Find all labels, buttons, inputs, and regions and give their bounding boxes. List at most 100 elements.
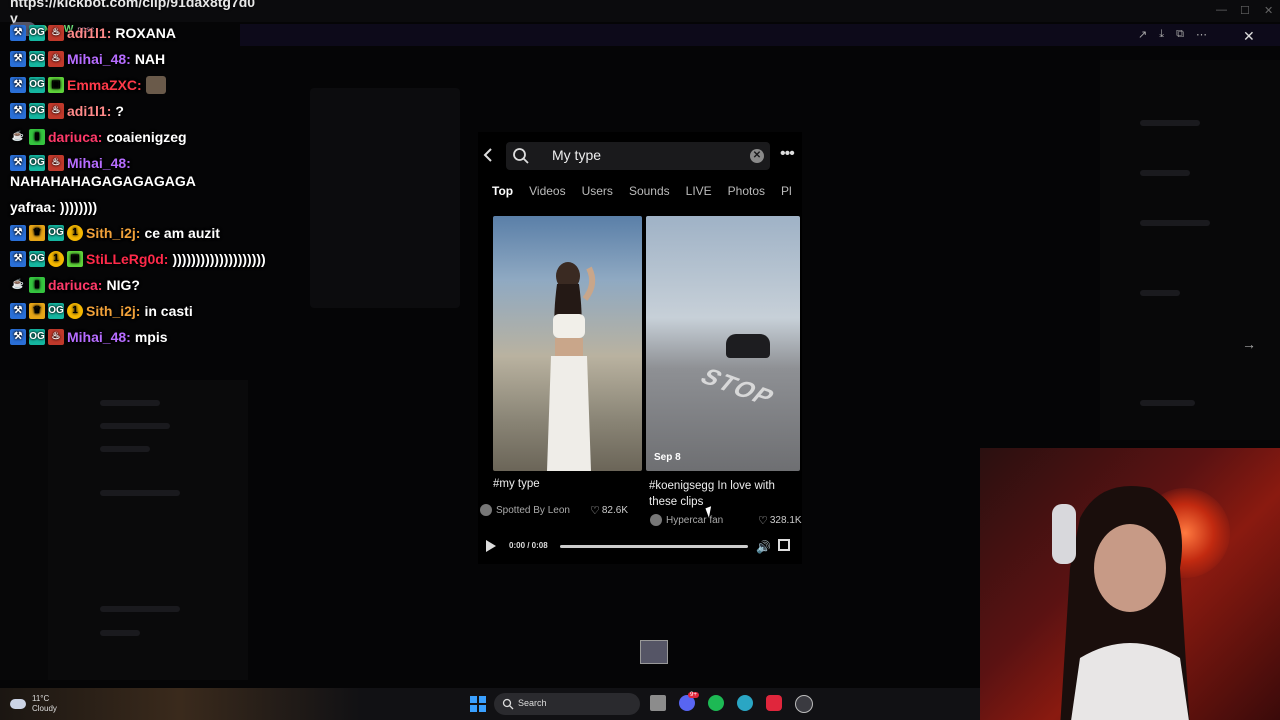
playback-time: 0:00 / 0:08 <box>509 541 548 550</box>
back-arrow-icon[interactable] <box>480 146 498 164</box>
app-red-icon[interactable] <box>766 695 782 711</box>
fullscreen-icon[interactable] <box>778 539 790 551</box>
og-badge-icon: OG <box>29 25 45 41</box>
weather-widget[interactable]: 11°C Cloudy <box>10 694 57 714</box>
og-badge-icon: OG <box>29 77 45 93</box>
pin-badge-icon: ⚒ <box>10 329 26 345</box>
taskbar-search[interactable]: Search <box>494 693 640 715</box>
chat-message-text: NAH <box>134 51 166 67</box>
chat-username[interactable]: Mihai_48: <box>67 328 131 346</box>
og-badge-icon: OG <box>29 51 45 67</box>
search-input[interactable]: My type ✕ <box>506 142 770 170</box>
pin-badge-icon: ⚒ <box>10 25 26 41</box>
chat-username[interactable]: dariuca: <box>48 128 102 146</box>
share-icon[interactable]: ↗ <box>1138 28 1147 41</box>
chat-username[interactable]: Sith_i2j: <box>86 224 140 242</box>
pin-badge-icon: ⚒ <box>10 103 26 119</box>
taskbar-apps <box>650 695 813 713</box>
chat-username[interactable]: Mihai_48: <box>67 50 131 68</box>
more-options-icon[interactable]: ••• <box>780 145 795 163</box>
tab-users[interactable]: Users <box>582 184 613 198</box>
next-arrow-icon[interactable]: → <box>1242 336 1256 352</box>
chat-message-text: NIG? <box>106 277 140 293</box>
taskbar-window-preview[interactable] <box>640 640 668 664</box>
avatar <box>650 514 662 526</box>
cake-badge-icon: ♨ <box>48 103 64 119</box>
ghost-channel-row <box>100 630 140 636</box>
ghost-member-row <box>1140 220 1210 226</box>
cloud-icon <box>10 699 26 709</box>
video-date: Sep 8 <box>654 452 681 463</box>
file-explorer-icon[interactable] <box>650 695 666 711</box>
tab-top[interactable]: Top <box>492 184 513 198</box>
cake-badge-icon: ♨ <box>48 155 64 171</box>
heart-icon: ♡ <box>590 505 600 517</box>
road-stop-text: STOP <box>694 364 782 412</box>
video-thumbnail[interactable]: STOP Sep 8 <box>646 216 800 471</box>
pin-badge-icon: ⚒ <box>10 155 26 171</box>
og-badge-icon: OG <box>29 329 45 345</box>
volume-icon[interactable]: 🔊 <box>756 540 771 554</box>
minimize-icon[interactable]: — <box>1216 4 1227 16</box>
play-icon[interactable] <box>486 540 496 552</box>
tab-photos[interactable]: Photos <box>728 184 765 198</box>
chat-message: yafraa:)))))))) <box>10 198 280 216</box>
close-viewer-icon[interactable]: ✕ <box>1243 28 1255 45</box>
window-close-icon[interactable]: ✕ <box>1264 4 1273 17</box>
cake-badge-icon: ♨ <box>48 25 64 41</box>
chat-message: ⚒ OG 1 ▣ StiLLeRg0d:)))))))))))))))))))) <box>10 250 280 268</box>
video-caption[interactable]: #koenigsegg In love with these clips <box>649 478 799 510</box>
chat-message: ⚒ OG ♨ adi1l1:? <box>10 102 280 120</box>
edge-icon[interactable] <box>737 695 753 711</box>
clear-search-icon[interactable]: ✕ <box>750 149 764 163</box>
spotify-icon[interactable] <box>708 695 724 711</box>
chat-username[interactable]: adi1l1: <box>67 102 111 120</box>
background-notice-banner <box>240 24 1280 46</box>
avatar <box>480 504 492 516</box>
more-options-icon[interactable]: ⋯ <box>1196 28 1207 41</box>
green-badge-icon: ▮ <box>29 129 45 145</box>
chat-username[interactable]: EmmaZXC: <box>67 76 142 94</box>
pin-badge-icon: ⚒ <box>10 303 26 319</box>
og-badge-icon: OG <box>29 103 45 119</box>
tab-live[interactable]: LIVE <box>686 184 712 198</box>
og-badge-icon: OG <box>48 303 64 319</box>
seek-bar[interactable] <box>560 545 748 548</box>
windows-start-icon[interactable] <box>470 696 486 712</box>
obs-icon[interactable] <box>795 695 813 713</box>
chat-message-text: in casti <box>144 303 193 319</box>
taskbar-search-label: Search <box>518 698 547 708</box>
pin-badge-icon: ⚒ <box>10 77 26 93</box>
open-external-icon[interactable]: ⧉ <box>1176 28 1184 41</box>
chat-username[interactable]: StiLLeRg0d: <box>86 250 168 268</box>
chat-username[interactable]: dariuca: <box>48 276 102 294</box>
og-badge-icon: OG <box>29 251 45 267</box>
emote-image <box>145 76 166 94</box>
chat-username[interactable]: adi1l1: <box>67 24 111 42</box>
chat-message: ☕ ▮ dariuca: NIG? <box>10 276 280 294</box>
cup-badge-icon: ☕ <box>11 131 25 142</box>
search-row: My type ✕ ••• <box>478 140 802 172</box>
car-image <box>726 334 770 358</box>
chat-overlay: ⚒ OG ♨ adi1l1: ROXANA ⚒ OG ♨ Mihai_48: NAH ⚒ OG ▣ Emm… <box>10 24 280 354</box>
maximize-icon[interactable]: ☐ <box>1240 4 1250 17</box>
viewer-toolbar: ↗ ⤓ ⧉ ⋯ <box>1138 28 1207 41</box>
chat-username[interactable]: Mihai_48: <box>67 154 131 172</box>
chat-message: ⚒ ♛ OG 1 Sith_i2j: ce am auzit <box>10 224 280 242</box>
green-badge-icon: ▮ <box>29 277 45 293</box>
video-caption[interactable]: #my type <box>493 478 540 490</box>
download-icon[interactable]: ⤓ <box>1159 28 1164 41</box>
video-author[interactable]: Spotted By Leon <box>480 504 570 516</box>
chat-username[interactable]: yafraa: <box>10 198 56 216</box>
cake-badge-icon: ♨ <box>48 329 64 345</box>
chat-username[interactable]: Sith_i2j: <box>86 302 140 320</box>
tab-videos[interactable]: Videos <box>529 184 565 198</box>
tab-pl[interactable]: Pl <box>781 184 792 198</box>
og-badge-icon: OG <box>48 225 64 241</box>
chat-message: ⚒ OG ♨ Mihai_48: NAHAHAHAGAGAGAGAGA <box>10 154 280 190</box>
tab-sounds[interactable]: Sounds <box>629 184 670 198</box>
video-thumbnail[interactable] <box>493 216 642 471</box>
ghost-member-row <box>1140 120 1200 126</box>
cup-badge-icon: ☕ <box>11 279 25 290</box>
crown-badge-icon: ♛ <box>29 303 45 319</box>
